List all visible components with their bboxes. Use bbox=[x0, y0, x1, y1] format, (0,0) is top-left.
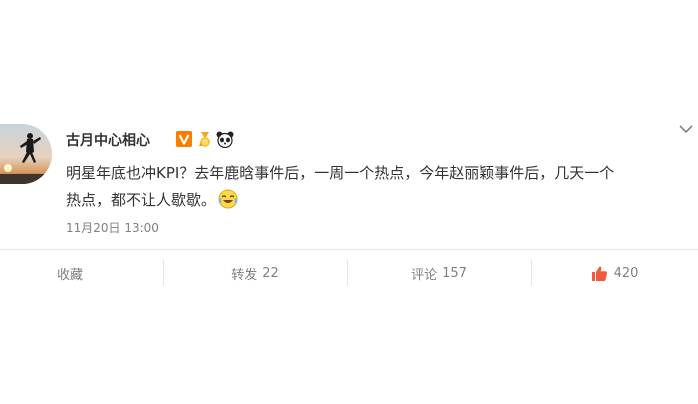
laugh-cry-emoji-icon bbox=[218, 189, 238, 209]
comment-label: 评论 bbox=[411, 267, 438, 283]
user-badges bbox=[176, 130, 234, 148]
repost-button[interactable]: 转发 22 bbox=[163, 250, 347, 296]
like-button[interactable]: 420 bbox=[531, 250, 698, 296]
post-content-line: 明星年底也冲KPI？去年鹿晗事件后，一周一个热点，今年赵丽颖事件后，几天一个 bbox=[66, 164, 615, 182]
repost-label: 转发 bbox=[231, 267, 258, 283]
chevron-down-icon[interactable] bbox=[678, 122, 694, 136]
verified-v-icon[interactable] bbox=[176, 130, 194, 148]
post-content-line: 热点，都不让人歇歇。 bbox=[66, 187, 698, 214]
username[interactable]: 古月中心相心 bbox=[66, 130, 150, 150]
avatar[interactable] bbox=[0, 124, 52, 184]
thumbs-up-icon bbox=[591, 265, 607, 281]
favorite-button[interactable]: 收藏 bbox=[0, 250, 140, 296]
action-bar: 收藏 转发 22 评论 157 420 bbox=[0, 250, 698, 296]
post-content-text: 热点，都不让人歇歇。 bbox=[66, 191, 217, 209]
post-content: 明星年底也冲KPI？去年鹿晗事件后，一周一个热点，今年赵丽颖事件后，几天一个 热… bbox=[66, 160, 698, 214]
post-timestamp[interactable]: 11月20日 13:00 bbox=[66, 219, 159, 236]
repost-count: 22 bbox=[262, 265, 279, 281]
avatar-photo bbox=[0, 124, 52, 184]
weibo-post: 古月中心相心 明星年底也冲KPI？去年鹿晗事件后，一周一个热点，今年赵丽颖事件后… bbox=[0, 0, 698, 404]
like-count: 420 bbox=[613, 265, 639, 281]
comment-count: 157 bbox=[442, 265, 467, 281]
comment-button[interactable]: 评论 157 bbox=[347, 250, 531, 296]
favorite-label: 收藏 bbox=[56, 267, 83, 283]
panda-icon[interactable] bbox=[216, 131, 234, 148]
gold-medal-icon[interactable] bbox=[196, 131, 214, 148]
